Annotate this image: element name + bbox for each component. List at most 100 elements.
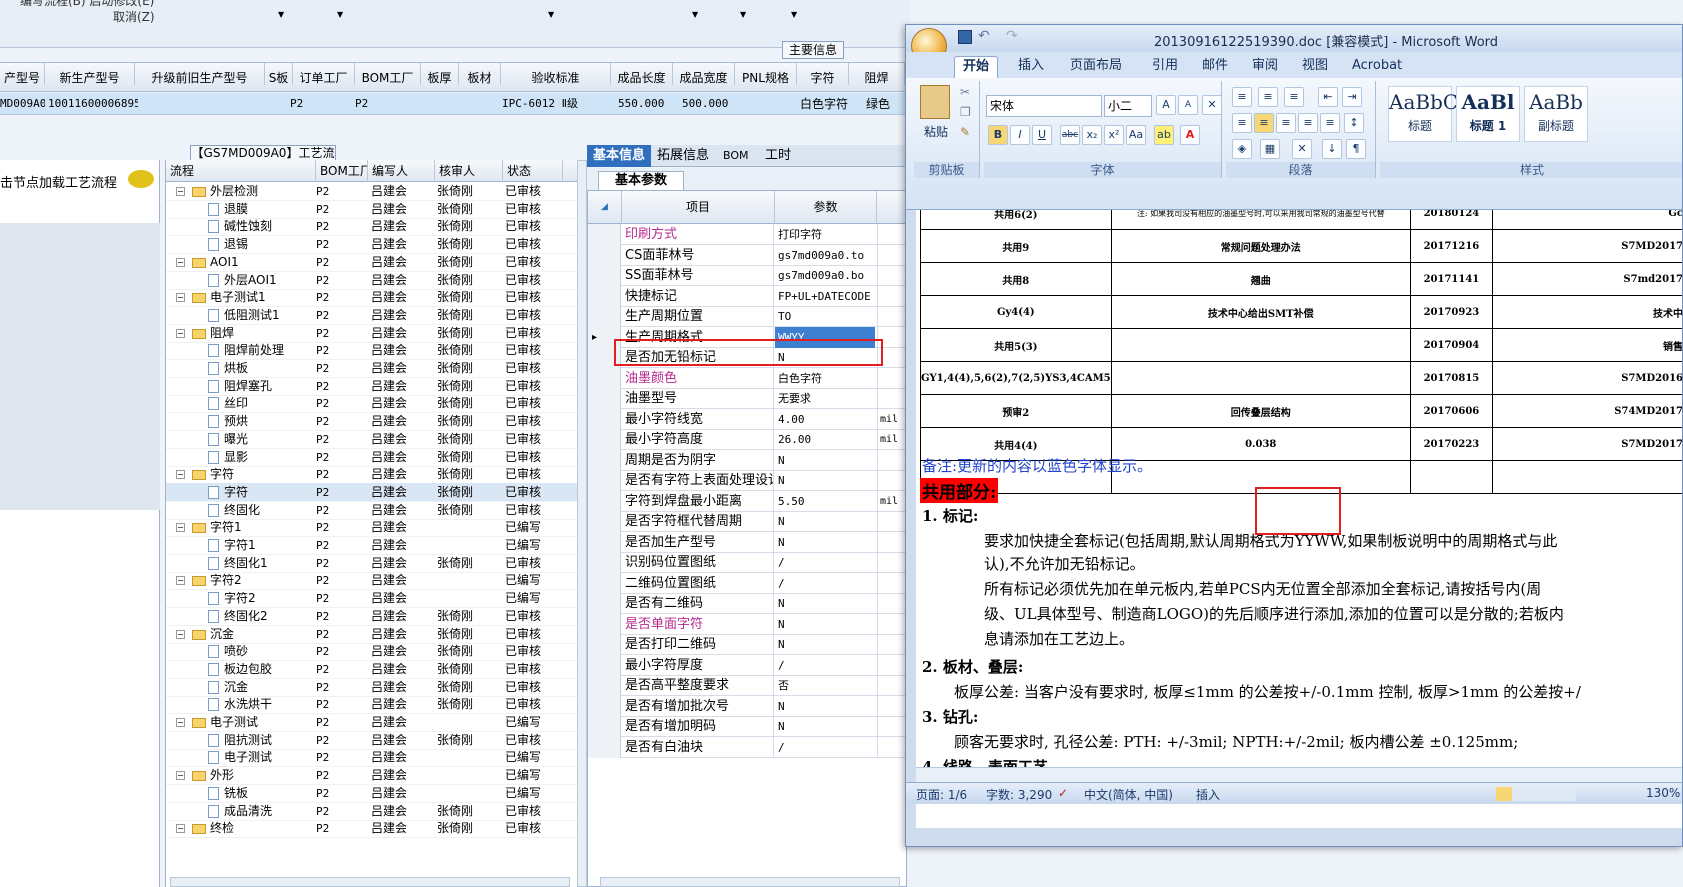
bullets-icon[interactable]: ≡	[1232, 87, 1252, 107]
tree-row[interactable]: − 电子测试1 P2 吕建会 张倚刚 已审核	[166, 288, 577, 308]
property-row[interactable]: 是否打印二维码 N	[588, 634, 906, 655]
tree-hscrollbar[interactable]	[170, 877, 570, 887]
row-gutter[interactable]	[588, 388, 621, 409]
property-value[interactable]: N	[775, 614, 875, 635]
font-size-combo[interactable]: 小二	[1104, 95, 1152, 117]
dropdown-arrow-icon[interactable]: ▼	[548, 10, 554, 19]
collapse-icon[interactable]: −	[176, 629, 185, 639]
property-row[interactable]: 是否有白油块 /	[588, 736, 906, 758]
row-gutter[interactable]	[588, 654, 621, 676]
undo-icon[interactable]: ↶	[978, 28, 990, 44]
tree-row[interactable]: 低阻测试1 P2 吕建会 张倚刚 已审核	[166, 306, 577, 325]
col-header-param[interactable]: 参数	[775, 191, 877, 224]
show-marks-icon[interactable]: ¶	[1346, 139, 1366, 159]
shading-icon[interactable]: ◈	[1232, 139, 1252, 159]
property-row[interactable]: 识别码位置图纸 /	[588, 552, 906, 573]
dropdown-arrow-icon[interactable]: ▼	[692, 10, 698, 19]
row-gutter[interactable]	[588, 613, 621, 635]
row-gutter[interactable]	[588, 429, 621, 450]
property-row[interactable]: 字符到焊盘最小距离 5.50 mil	[588, 490, 906, 512]
collapse-icon[interactable]: −	[176, 257, 185, 267]
main-info-tab[interactable]: 主要信息	[782, 41, 844, 59]
tree-row[interactable]: 烘板 P2 吕建会 张倚刚 已审核	[166, 359, 577, 378]
collapse-icon[interactable]: −	[176, 187, 185, 196]
tree-row[interactable]: 预烘 P2 吕建会 张倚刚 已审核	[166, 412, 577, 432]
property-row[interactable]: 快捷标记 FP+UL+DATECODE	[588, 285, 906, 307]
collapse-icon[interactable]: −	[176, 576, 185, 586]
col-header[interactable]: 板厚	[421, 63, 459, 85]
subscript-icon[interactable]: x₂	[1082, 125, 1102, 145]
view-buttons[interactable]	[1496, 787, 1576, 801]
tree-row[interactable]: 阻抗测试 P2 吕建会 张倚刚 已审核	[166, 731, 577, 750]
tree-row[interactable]: 退锡 P2 吕建会 张倚刚 已审核	[166, 235, 577, 255]
align-center-icon[interactable]: ≡	[1254, 113, 1274, 133]
copy-icon[interactable]: ❐	[960, 105, 971, 119]
tree-row[interactable]: 终固化1 P2 吕建会 张倚刚 已审核	[166, 554, 577, 573]
redo-icon[interactable]: ↷	[1006, 28, 1018, 44]
tree-row[interactable]: 喷砂 P2 吕建会 张倚刚 已审核	[166, 642, 577, 662]
tree-row[interactable]: 碱性蚀刻 P2 吕建会 张倚刚 已审核	[166, 217, 577, 237]
status-word-count[interactable]: 字数: 3,290	[986, 786, 1052, 803]
chat-bubble-icon[interactable]	[128, 170, 154, 188]
tab-extended-info[interactable]: 拓展信息	[651, 145, 715, 167]
property-row[interactable]: SS面菲林号 gs7md009a0.bo	[588, 265, 906, 286]
tree-row[interactable]: 显影 P2 吕建会 张倚刚 已审核	[166, 448, 577, 467]
tab-bom[interactable]: BOM	[717, 145, 755, 167]
row-gutter[interactable]	[588, 265, 621, 286]
property-row[interactable]: 生产周期位置 TO	[588, 306, 906, 327]
dropdown-arrow-icon[interactable]: ▼	[337, 10, 343, 19]
row-gutter[interactable]	[588, 306, 621, 327]
grow-font-icon[interactable]: A	[1156, 95, 1176, 115]
cancel-menu[interactable]: 取消(Z)	[113, 8, 155, 25]
clear-format-icon[interactable]: ✕	[1202, 95, 1222, 115]
tree-row[interactable]: 退膜 P2 吕建会 张倚刚 已审核	[166, 200, 577, 219]
row-gutter[interactable]	[588, 367, 621, 389]
order-table-row[interactable]: MD009A0 10011600006895 P2 P2 IPC-6012 Ⅱ级…	[0, 93, 905, 115]
col-header[interactable]: BOM工厂	[316, 160, 368, 182]
property-value[interactable]: gs7md009a0.to	[775, 245, 875, 266]
tree-row[interactable]: − 电子测试 P2 吕建会 已编写	[166, 713, 577, 732]
row-gutter[interactable]	[588, 224, 621, 245]
justify-icon[interactable]: ≡	[1298, 113, 1318, 133]
tab-acrobat[interactable]: Acrobat	[1344, 56, 1410, 78]
collapse-icon[interactable]: −	[176, 523, 185, 533]
property-row[interactable]: 油墨型号 无要求	[588, 388, 906, 409]
tab-labor-hours[interactable]: 工时	[759, 145, 797, 167]
tab-page-layout[interactable]: 页面布局	[1062, 56, 1130, 78]
dropdown-arrow-icon[interactable]: ▼	[278, 10, 284, 19]
property-value[interactable]: N	[775, 450, 875, 471]
property-value[interactable]: /	[775, 573, 875, 594]
style-subtitle[interactable]: AaBb 副标题	[1524, 86, 1588, 142]
highlight-icon[interactable]: ab	[1154, 125, 1174, 145]
property-value[interactable]: /	[775, 737, 875, 758]
tree-row[interactable]: 电子测试 P2 吕建会 已编写	[166, 748, 577, 768]
property-row[interactable]: 印刷方式 打印字符	[588, 224, 906, 245]
property-row[interactable]: 是否字符框代替周期 N	[588, 511, 906, 532]
align-left-icon[interactable]: ≡	[1232, 113, 1252, 133]
increase-indent-icon[interactable]: ⇥	[1342, 87, 1362, 107]
collapse-icon[interactable]: −	[176, 328, 185, 338]
status-zoom[interactable]: 130%	[1646, 786, 1680, 800]
property-value[interactable]: 26.00	[775, 429, 875, 450]
row-gutter[interactable]	[588, 695, 621, 717]
tree-row[interactable]: − 外层检测 P2 吕建会 张倚刚 已审核	[166, 182, 577, 201]
property-value[interactable]: N	[775, 511, 875, 532]
col-header[interactable]: 字符	[797, 63, 849, 85]
decrease-indent-icon[interactable]: ⇤	[1318, 87, 1338, 107]
property-value[interactable]: 5.50	[775, 491, 875, 512]
align-right-icon[interactable]: ≡	[1276, 113, 1296, 133]
property-row[interactable]: 是否单面字符 N	[588, 613, 906, 635]
col-header[interactable]: 核审人	[435, 160, 503, 182]
tree-row[interactable]: − 字符1 P2 吕建会 已编写	[166, 518, 577, 538]
document-hscrollbar[interactable]	[916, 767, 1682, 782]
save-icon[interactable]	[958, 30, 972, 44]
property-row[interactable]: 是否有增加批次号 N	[588, 695, 906, 717]
style-title[interactable]: AaBbC 标题	[1388, 86, 1458, 142]
bold-icon[interactable]: B	[988, 125, 1008, 145]
tab-basic-params[interactable]: 基本参数	[598, 171, 684, 190]
tree-row[interactable]: 沉金 P2 吕建会 张倚刚 已审核	[166, 678, 577, 697]
status-page[interactable]: 页面: 1/6	[916, 786, 967, 803]
dropdown-arrow-icon[interactable]: ▼	[791, 10, 797, 19]
property-row[interactable]: CS面菲林号 gs7md009a0.to	[588, 244, 906, 266]
collapse-icon[interactable]: −	[176, 771, 185, 781]
